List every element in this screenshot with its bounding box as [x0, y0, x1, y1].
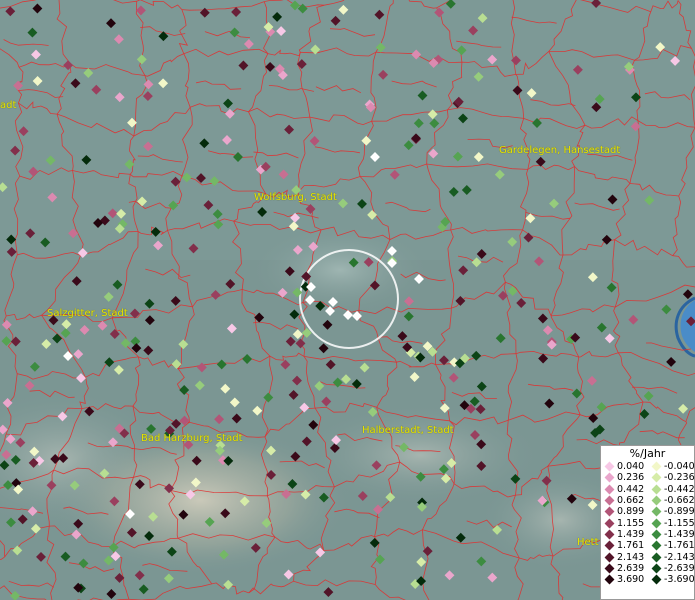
place-label: adt [0, 100, 17, 111]
legend-value: -1.439 [664, 528, 695, 540]
legend-item: 0.040 [601, 461, 648, 472]
legend-title: %/Jahr [629, 447, 666, 460]
legend-swatch [651, 506, 662, 517]
legend-value: 1.155 [617, 517, 645, 529]
legend-value: 0.662 [617, 495, 645, 507]
legend-swatch [651, 552, 662, 562]
place-label: Bad Harzburg, Stadt [141, 433, 243, 444]
legend-swatch [604, 495, 615, 506]
legend-swatch [604, 484, 615, 495]
legend-value: 0.899 [617, 506, 645, 518]
legend-value: 3.690 [617, 574, 645, 586]
legend-item: 2.639 [601, 563, 648, 574]
legend-item: -2.639 [648, 563, 695, 574]
legend-swatch [651, 495, 662, 506]
legend-value: 1.761 [617, 540, 645, 552]
legend-value: 0.236 [617, 472, 645, 484]
legend-value: -0.899 [664, 506, 695, 518]
legend-item: 3.690 [601, 574, 648, 585]
legend-swatch [604, 461, 615, 472]
legend-item: -1.155 [648, 517, 695, 529]
legend-item: -2.143 [648, 551, 695, 563]
legend-item: 0.662 [601, 495, 648, 506]
legend-swatch [604, 472, 615, 483]
legend-swatch [651, 472, 662, 483]
legend-item: 1.155 [601, 517, 648, 529]
legend-swatch [604, 574, 615, 585]
legend-swatch [604, 552, 615, 562]
legend-item: -0.236 [648, 472, 695, 483]
place-label: Salzgitter, Stadt [47, 308, 128, 319]
legend-item: 0.899 [601, 506, 648, 517]
legend-value: 0.442 [617, 483, 645, 495]
legend-item: 0.442 [601, 484, 648, 495]
legend-value: 2.143 [617, 551, 645, 563]
legend-value: -1.155 [664, 517, 695, 529]
place-label: Hett [577, 537, 599, 548]
legend-item: -0.899 [648, 506, 695, 517]
legend-swatch [651, 563, 662, 574]
legend-swatch [651, 461, 662, 472]
legend-value: -3.690 [664, 574, 695, 586]
legend-swatch [651, 518, 662, 529]
legend-swatch [651, 484, 662, 495]
legend-value: -2.143 [664, 551, 695, 563]
map-view[interactable]: adt Wolfsburg, Stadt Gardelegen, Hansest… [0, 0, 695, 600]
legend-value: -1.761 [664, 540, 695, 552]
place-label: Gardelegen, Hansestadt [499, 145, 621, 156]
legend-value: -0.662 [664, 495, 695, 507]
legend-swatch [651, 529, 662, 540]
legend: %/Jahr 0.040 -0.040 0.236 -0.236 0.442 -0.442… [600, 445, 695, 600]
legend-swatch [604, 540, 615, 551]
legend-item: -0.442 [648, 484, 695, 495]
place-label: Halberstadt, Stadt [362, 425, 454, 436]
legend-item: -0.662 [648, 495, 695, 506]
legend-item: -3.690 [648, 574, 695, 585]
legend-item: -0.040 [648, 461, 695, 472]
legend-item: -1.439 [648, 529, 695, 540]
legend-item: -1.761 [648, 540, 695, 551]
legend-swatch [604, 529, 615, 540]
terrain-light-patch [250, 225, 430, 315]
legend-swatch [604, 506, 615, 517]
legend-value: -2.639 [664, 562, 695, 574]
legend-value: 2.639 [617, 562, 645, 574]
legend-value: -0.040 [664, 461, 695, 473]
legend-value: -0.236 [664, 472, 695, 484]
legend-swatch [651, 574, 662, 585]
legend-item: 2.143 [601, 551, 648, 563]
legend-item: 1.439 [601, 529, 648, 540]
legend-item: 0.236 [601, 472, 648, 483]
legend-value: -0.442 [664, 483, 695, 495]
legend-item: 1.761 [601, 540, 648, 551]
legend-grid: 0.040 -0.040 0.236 -0.236 0.442 -0.442 0.662 -0… [601, 461, 695, 585]
place-label: Wolfsburg, Stadt [254, 192, 337, 203]
legend-value: 1.439 [617, 528, 645, 540]
legend-swatch [604, 518, 615, 529]
legend-swatch [651, 540, 662, 551]
legend-swatch [604, 563, 615, 574]
map-canvas[interactable] [0, 0, 695, 600]
legend-value: 0.040 [617, 461, 645, 473]
